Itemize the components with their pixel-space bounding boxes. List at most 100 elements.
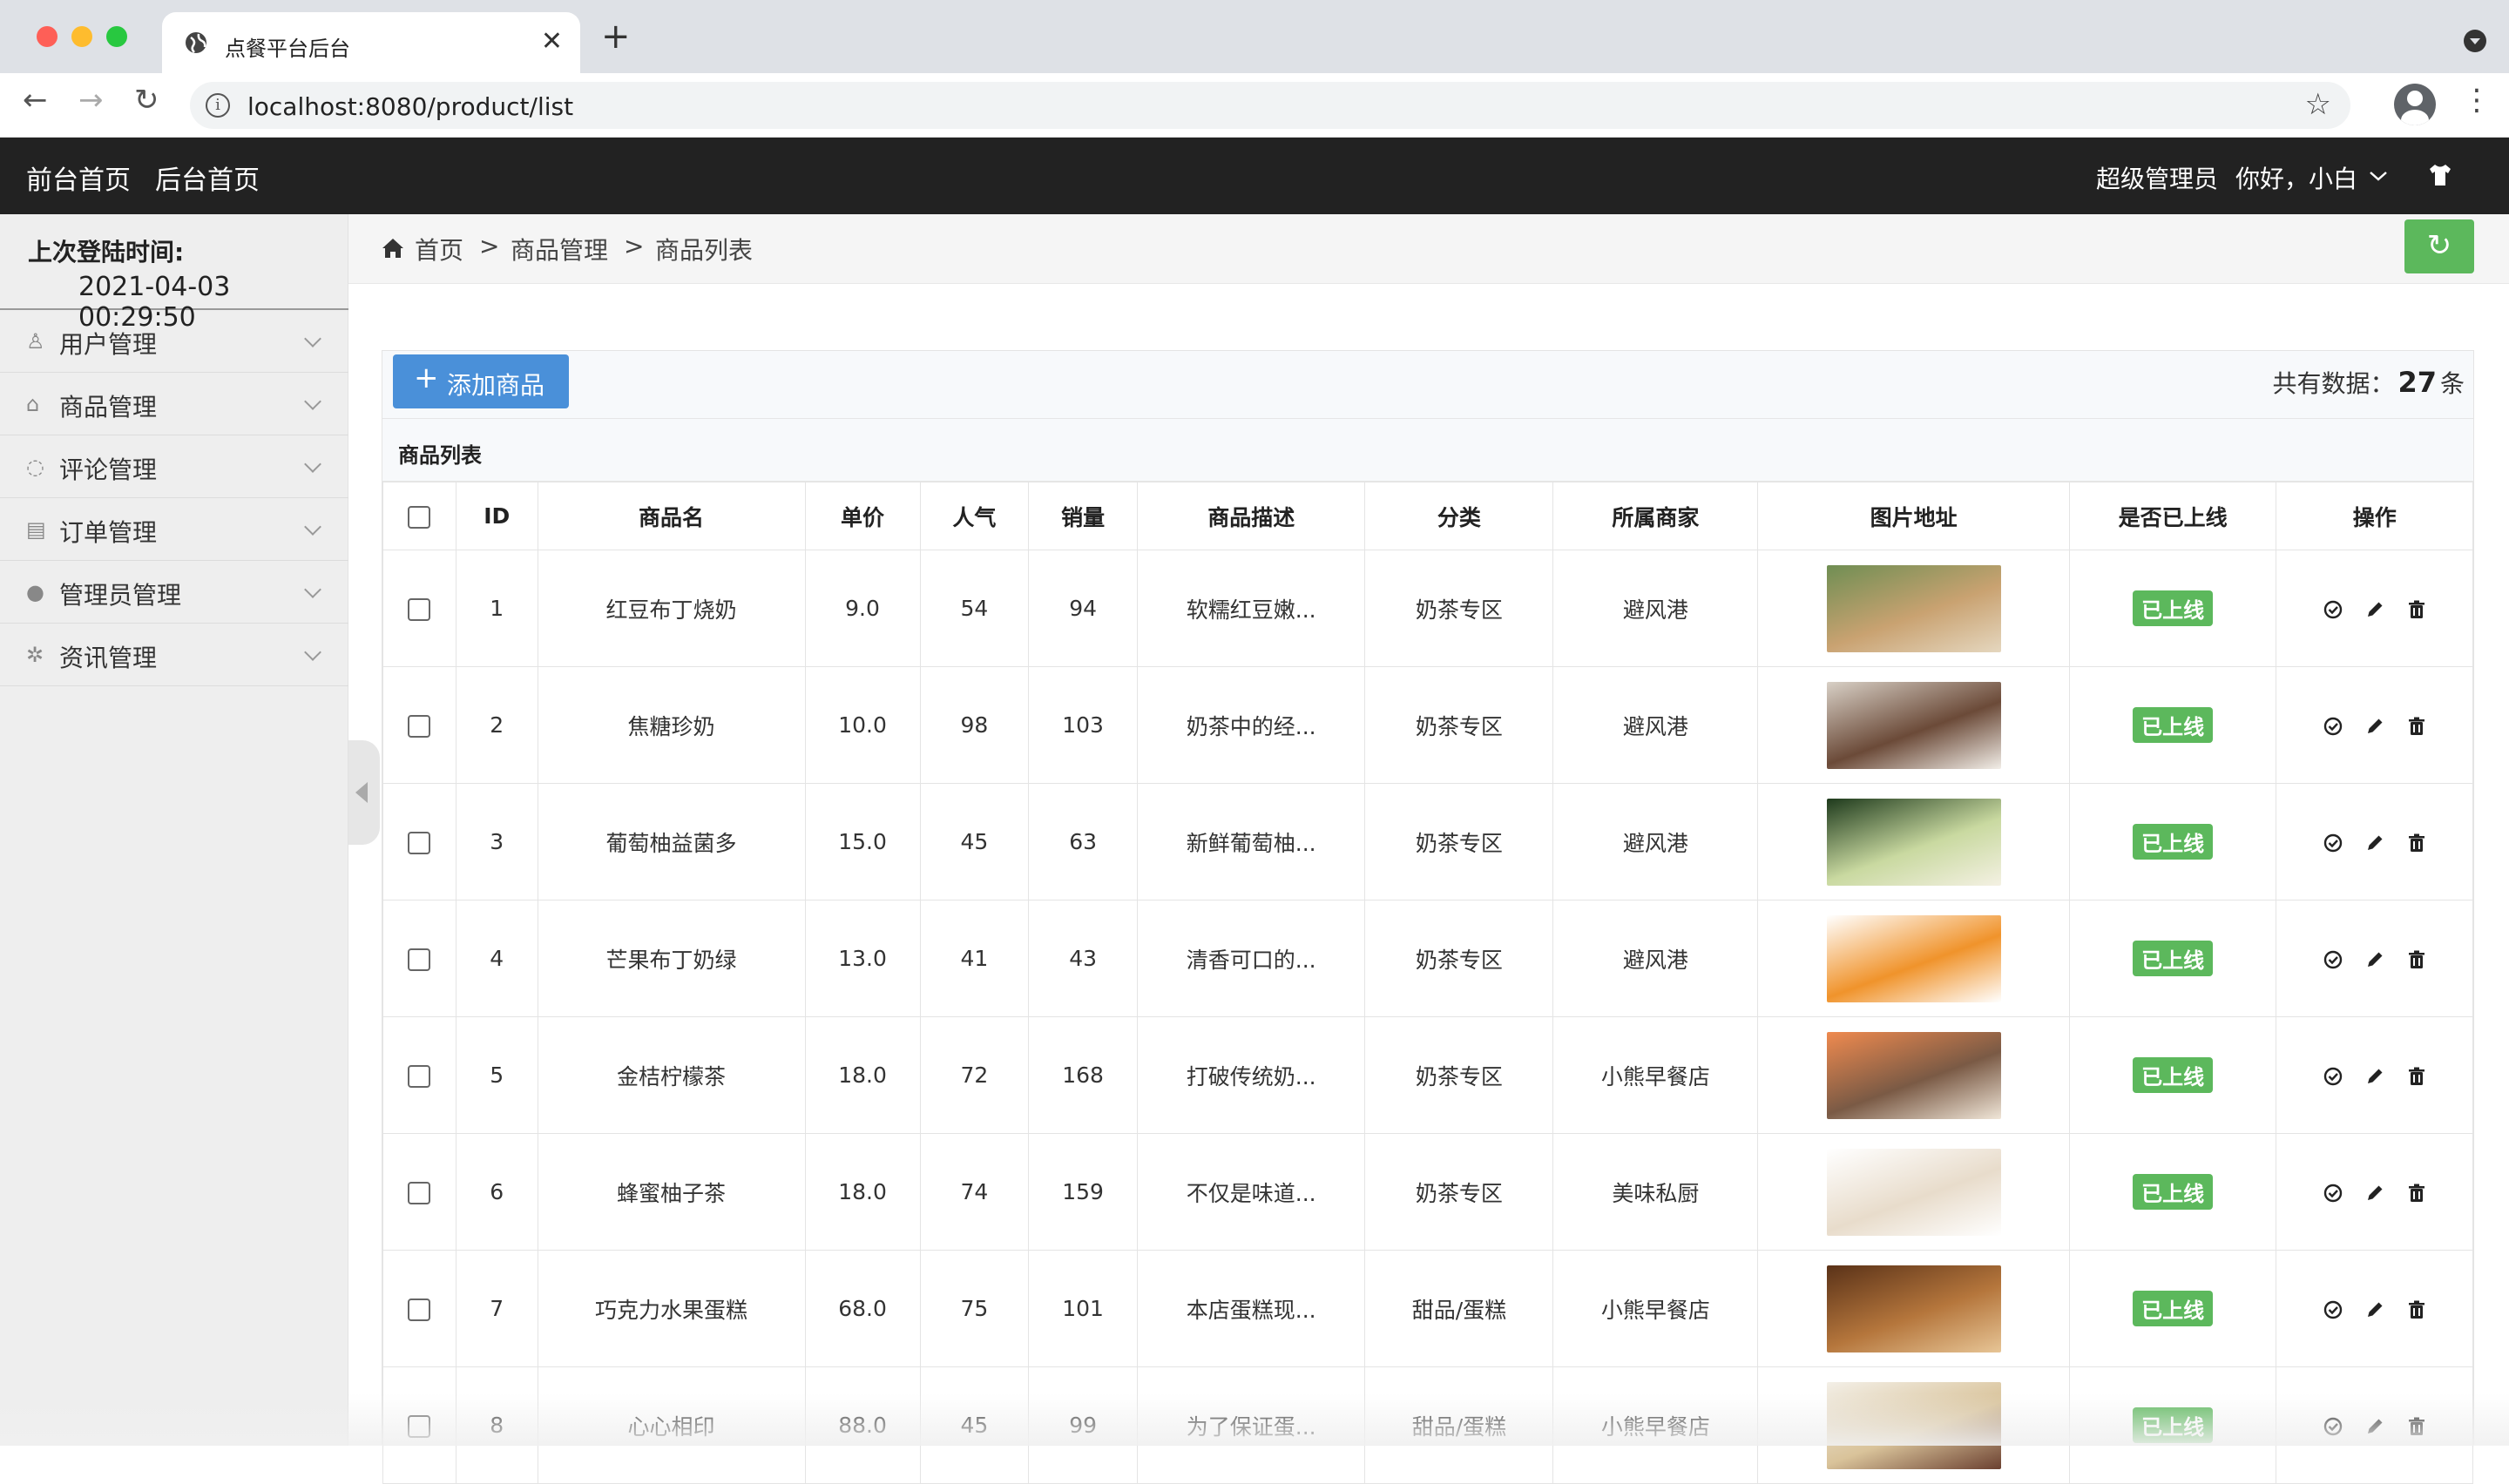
cell-merchant: 小熊早餐店 (1552, 1016, 1759, 1134)
trash-icon[interactable] (2405, 598, 2428, 621)
table-row[interactable]: 6 蜂蜜柚子茶 18.0 74 159 不仅是味道... 奶茶专区 美味私厨 已… (382, 1133, 2473, 1251)
product-thumbnail[interactable] (1826, 1265, 2001, 1352)
browser-menu-icon[interactable]: ⋮ (2462, 85, 2492, 115)
site-info-icon[interactable]: i (206, 93, 230, 118)
check-circle-icon[interactable] (2322, 1415, 2344, 1438)
row-checkbox[interactable] (408, 1065, 431, 1088)
product-thumbnail[interactable] (1826, 1148, 2001, 1236)
pencil-icon[interactable] (2364, 948, 2386, 971)
pencil-icon[interactable] (2364, 715, 2386, 738)
profile-avatar-icon[interactable] (2394, 84, 2436, 125)
refresh-button[interactable]: ↻ (2404, 219, 2474, 273)
column-header[interactable]: 人气 (919, 482, 1030, 550)
row-checkbox[interactable] (408, 1298, 431, 1321)
add-product-button[interactable]: + 添加商品 (393, 354, 569, 408)
column-header[interactable]: 图片地址 (1757, 482, 2070, 550)
pencil-icon[interactable] (2364, 1298, 2386, 1321)
cell-popularity: 75 (919, 1250, 1030, 1367)
bookmark-star-icon[interactable]: ☆ (2305, 87, 2331, 122)
trash-icon[interactable] (2405, 1065, 2428, 1088)
trash-icon[interactable] (2405, 1182, 2428, 1204)
product-thumbnail[interactable] (1826, 798, 2001, 886)
table-row[interactable]: 2 焦糖珍奶 10.0 98 103 奶茶中的经... 奶茶专区 避风港 已上线 (382, 666, 2473, 784)
new-tab-icon[interactable]: + (601, 19, 631, 54)
column-header[interactable]: 单价 (804, 482, 921, 550)
row-checkbox[interactable] (408, 1182, 431, 1204)
row-checkbox[interactable] (408, 1415, 431, 1438)
chevron-down-icon[interactable] (2368, 169, 2389, 183)
check-circle-icon[interactable] (2322, 948, 2344, 971)
breadcrumb-section[interactable]: 商品管理 (511, 232, 608, 266)
column-header[interactable]: 分类 (1364, 482, 1554, 550)
cell-price: 13.0 (804, 900, 921, 1017)
back-home-link[interactable]: 后台首页 (155, 159, 260, 197)
pencil-icon[interactable] (2364, 1065, 2386, 1088)
product-thumbnail[interactable] (1826, 1031, 2001, 1119)
row-checkbox[interactable] (408, 832, 431, 854)
trash-icon[interactable] (2405, 832, 2428, 854)
check-circle-icon[interactable] (2322, 832, 2344, 854)
column-header[interactable]: 销量 (1028, 482, 1138, 550)
minimize-window-button[interactable] (71, 26, 92, 47)
breadcrumb-home[interactable]: 首页 (415, 232, 463, 266)
column-header[interactable]: 是否已上线 (2068, 482, 2277, 550)
sidebar-item-admins[interactable]: ● 管理员管理 (0, 561, 348, 624)
front-home-link[interactable]: 前台首页 (26, 159, 131, 197)
cell-sales: 103 (1028, 666, 1138, 784)
sidebar-item-comments[interactable]: ◌ 评论管理 (0, 435, 348, 498)
address-bar[interactable]: i localhost:8080/product/list ☆ (190, 82, 2350, 129)
table-row[interactable]: 3 葡萄柚益菌多 15.0 45 63 新鲜葡萄柚... 奶茶专区 避风港 已上… (382, 783, 2473, 901)
row-checkbox[interactable] (408, 598, 431, 621)
select-all-checkbox[interactable] (408, 506, 431, 529)
trash-icon[interactable] (2405, 1298, 2428, 1321)
pencil-icon[interactable] (2364, 832, 2386, 854)
back-icon[interactable]: ← (23, 85, 48, 115)
forward-icon[interactable]: → (78, 85, 104, 115)
reload-icon[interactable]: ↻ (134, 85, 159, 115)
check-circle-icon[interactable] (2322, 1065, 2344, 1088)
cell-description: 软糯红豆嫩... (1136, 550, 1366, 667)
column-header[interactable]: ID (455, 482, 538, 550)
check-circle-icon[interactable] (2322, 1298, 2344, 1321)
sidebar-collapse-handle[interactable] (348, 740, 380, 845)
product-thumbnail[interactable] (1826, 1381, 2001, 1469)
sidebar-item-news[interactable]: ✲ 资讯管理 (0, 624, 348, 686)
maximize-window-button[interactable] (106, 26, 127, 47)
sidebar-item-orders[interactable]: ▤ 订单管理 (0, 498, 348, 561)
row-select-cell (382, 783, 456, 901)
row-checkbox[interactable] (408, 948, 431, 971)
table-row[interactable]: 4 芒果布丁奶绿 13.0 41 43 清香可口的... 奶茶专区 避风港 已上… (382, 900, 2473, 1017)
table-row[interactable]: 8 心心相印 88.0 45 99 为了保证蛋... 甜品/蛋糕 小熊早餐店 已… (382, 1366, 2473, 1484)
pencil-icon[interactable] (2364, 1415, 2386, 1438)
url-text[interactable]: localhost:8080/product/list (247, 92, 573, 121)
column-header[interactable]: 所属商家 (1552, 482, 1759, 550)
trash-icon[interactable] (2405, 715, 2428, 738)
check-circle-icon[interactable] (2322, 715, 2344, 738)
column-header[interactable]: 商品描述 (1136, 482, 1366, 550)
product-thumbnail[interactable] (1826, 914, 2001, 1002)
close-window-button[interactable] (37, 26, 57, 47)
product-thumbnail[interactable] (1826, 564, 2001, 652)
check-circle-icon[interactable] (2322, 598, 2344, 621)
tab-search-icon[interactable] (2464, 30, 2486, 52)
pencil-icon[interactable] (2364, 1182, 2386, 1204)
trash-icon[interactable] (2405, 948, 2428, 971)
product-thumbnail[interactable] (1826, 681, 2001, 769)
column-header[interactable]: 操作 (2276, 482, 2473, 550)
table-row[interactable]: 5 金桔柠檬茶 18.0 72 168 打破传统奶... 奶茶专区 小熊早餐店 … (382, 1016, 2473, 1134)
cell-popularity: 45 (919, 1366, 1030, 1484)
sidebar-item-users[interactable]: ♙ 用户管理 (0, 310, 348, 373)
tab-close-icon[interactable]: ✕ (541, 26, 563, 57)
column-header[interactable]: 商品名 (537, 482, 806, 550)
shirt-icon[interactable] (2427, 162, 2453, 188)
breadcrumb-current: 商品列表 (655, 236, 754, 265)
sidebar-item-products[interactable]: ⌂ 商品管理 (0, 373, 348, 435)
table-row[interactable]: 1 红豆布丁烧奶 9.0 54 94 软糯红豆嫩... 奶茶专区 避风港 已上线 (382, 550, 2473, 667)
check-circle-icon[interactable] (2322, 1182, 2344, 1204)
table-row[interactable]: 7 巧克力水果蛋糕 68.0 75 101 本店蛋糕现... 甜品/蛋糕 小熊早… (382, 1250, 2473, 1367)
pencil-icon[interactable] (2364, 598, 2386, 621)
browser-tab[interactable]: 点餐平台后台 ✕ (162, 12, 580, 73)
user-greeting-dropdown[interactable]: 你好，小白 (2235, 160, 2357, 195)
row-checkbox[interactable] (408, 715, 431, 738)
trash-icon[interactable] (2405, 1415, 2428, 1438)
